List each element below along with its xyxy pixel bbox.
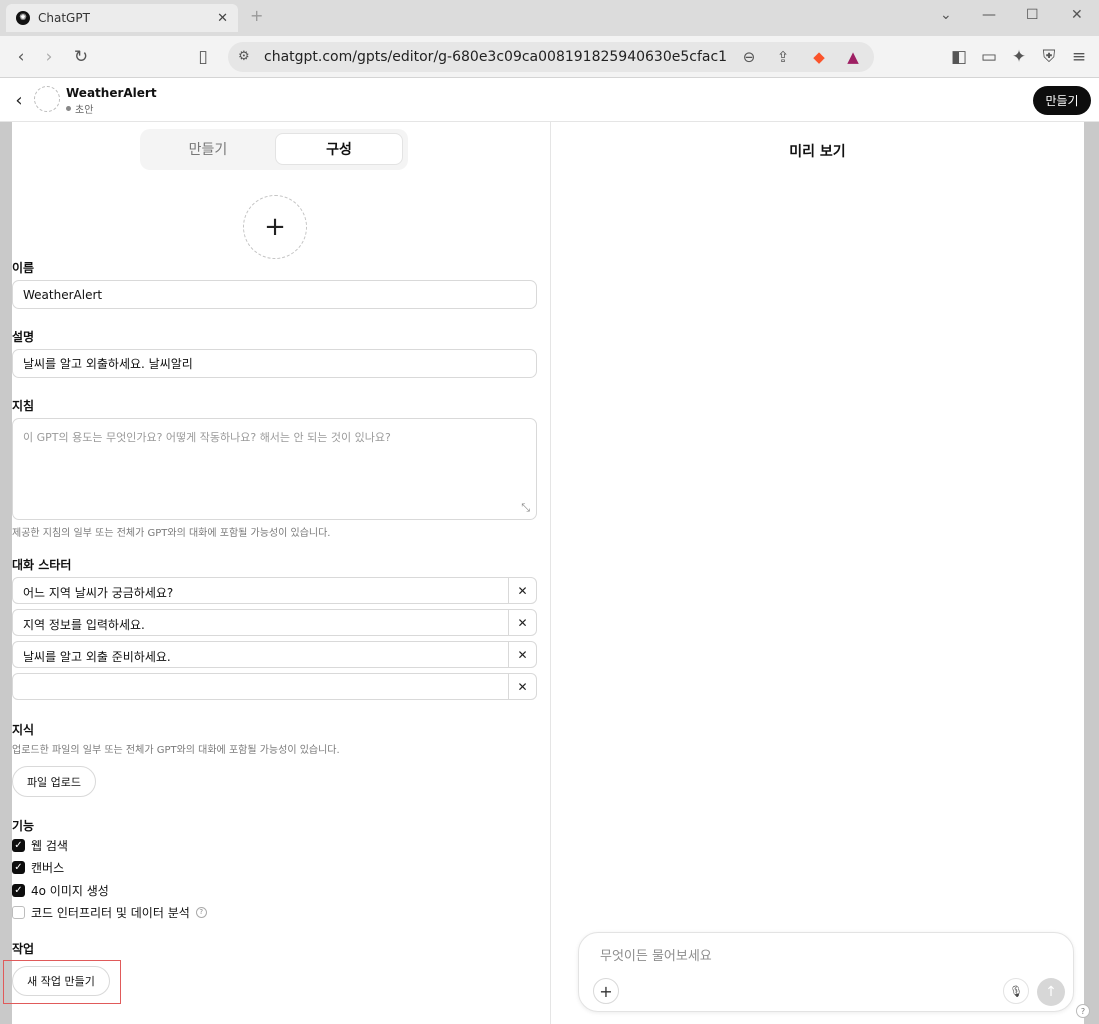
starter-row: 어느 지역 날씨가 궁금하세요? ✕ [12, 577, 537, 604]
site-settings-icon[interactable]: ⚙ [238, 49, 250, 64]
instructions-label: 지침 [12, 399, 35, 413]
resize-handle-icon[interactable]: ⤡ [521, 501, 530, 515]
capability-code-interpreter[interactable]: 코드 인터프리터 및 데이터 분석 ? [12, 904, 207, 920]
description-label: 설명 [12, 330, 35, 344]
editor-panel: 만들기 구성 + 이름 WeatherAlert 설명 날씨를 알고 외출하세요… [3, 122, 550, 1024]
new-tab-button[interactable]: + [250, 6, 263, 25]
capability-label: 웹 검색 [31, 838, 68, 853]
gpt-name: WeatherAlert [66, 86, 157, 100]
zoom-out-icon[interactable]: ⊖ [738, 46, 760, 68]
capability-label: 코드 인터프리터 및 데이터 분석 [31, 905, 190, 920]
create-button[interactable]: 만들기 [1033, 86, 1091, 115]
avatar-upload-button[interactable]: + [243, 195, 307, 259]
capability-label: 4o 이미지 생성 [31, 883, 109, 898]
knowledge-hint: 업로드한 파일의 일부 또는 전체가 GPT와의 대화에 포함될 가능성이 있습… [12, 745, 340, 756]
composer-placeholder: 무엇이든 물어보세요 [600, 949, 712, 964]
starter-input[interactable]: 어느 지역 날씨가 궁금하세요? [23, 584, 173, 601]
remove-starter-icon[interactable]: ✕ [508, 610, 536, 635]
bookmark-icon[interactable]: ▯ [192, 46, 214, 68]
capability-image-generation[interactable]: ✓ 4o 이미지 생성 [12, 882, 109, 898]
maximize-icon[interactable]: ☐ [1026, 7, 1039, 23]
tab-close-icon[interactable]: ✕ [217, 11, 228, 26]
preview-title: 미리 보기 [789, 144, 846, 160]
starter-input[interactable]: 날씨를 알고 외출 준비하세요. [23, 648, 171, 665]
tab-create[interactable]: 만들기 [144, 133, 272, 165]
preview-panel: 미리 보기 무엇이든 물어보세요 + 🎙 ↑ [551, 122, 1084, 1024]
starter-row: 지역 정보를 입력하세요. ✕ [12, 609, 537, 636]
brave-rewards-icon[interactable]: ▲ [842, 46, 864, 68]
starter-input[interactable]: 지역 정보를 입력하세요. [23, 616, 145, 633]
wallet-icon[interactable]: ▭ [978, 46, 1000, 68]
name-label: 이름 [12, 261, 35, 275]
actions-label: 작업 [12, 942, 35, 956]
gpt-editor-app: ‹ WeatherAlert 초안 만들기 만들기 구성 + 이름 Weathe… [0, 78, 1099, 1024]
preview-composer[interactable]: 무엇이든 물어보세요 + 🎙 ↑ [578, 932, 1074, 1012]
remove-starter-icon[interactable]: ✕ [508, 674, 536, 699]
tab-search-icon[interactable]: ⌄ [940, 7, 952, 23]
checkbox-checked-icon[interactable]: ✓ [12, 883, 25, 897]
right-gutter [1084, 122, 1099, 1024]
vpn-icon[interactable]: ⛨ [1038, 46, 1060, 68]
menu-icon[interactable]: ≡ [1068, 46, 1090, 68]
browser-tab[interactable]: ✺ ChatGPT ✕ [6, 4, 238, 32]
capabilities-label: 기능 [12, 819, 35, 833]
browser-tabbar: ✺ ChatGPT ✕ + ⌄ — ☐ ✕ [0, 0, 1099, 36]
help-icon[interactable]: ? [195, 906, 207, 918]
share-icon[interactable]: ⇪ [772, 46, 794, 68]
sidebar-icon[interactable]: ◧ [948, 46, 970, 68]
capability-canvas[interactable]: ✓ 캔버스 [12, 859, 64, 875]
gpt-avatar [34, 86, 60, 112]
editor-header: ‹ WeatherAlert 초안 만들기 [0, 78, 1099, 122]
starter-row: ✕ [12, 673, 537, 700]
tab-configure[interactable]: 구성 [275, 133, 403, 165]
back-button[interactable]: ‹ [10, 89, 28, 111]
remove-starter-icon[interactable]: ✕ [508, 642, 536, 667]
description-field[interactable]: 날씨를 알고 외출하세요. 날씨알리 [12, 349, 537, 378]
url-text: chatgpt.com/gpts/editor/g-680e3c09ca0081… [264, 49, 728, 65]
editor-tabs: 만들기 구성 [140, 129, 408, 170]
address-bar[interactable]: ⚙ chatgpt.com/gpts/editor/g-680e3c09ca00… [228, 42, 874, 72]
starter-row: 날씨를 알고 외출 준비하세요. ✕ [12, 641, 537, 668]
minimize-icon[interactable]: — [982, 7, 996, 23]
back-icon[interactable]: ‹ [10, 46, 32, 68]
chatgpt-favicon-icon: ✺ [16, 11, 30, 25]
mic-icon[interactable]: 🎙 [1003, 978, 1029, 1004]
reload-icon[interactable]: ↻ [70, 46, 92, 68]
upload-files-button[interactable]: 파일 업로드 [12, 766, 96, 797]
annotation-highlight-box [3, 960, 121, 1004]
send-icon[interactable]: ↑ [1037, 978, 1065, 1006]
capability-label: 캔버스 [31, 860, 65, 875]
brave-shield-icon[interactable]: ◆ [808, 46, 830, 68]
status-dot-icon [66, 106, 71, 111]
checkbox-checked-icon[interactable]: ✓ [12, 838, 25, 852]
checkbox-unchecked-icon[interactable] [12, 905, 25, 919]
instructions-textarea[interactable]: 이 GPT의 용도는 무엇인가요? 어떻게 작동하나요? 해서는 안 되는 것이… [12, 418, 537, 520]
leo-ai-icon[interactable]: ✦ [1008, 46, 1030, 68]
tab-title: ChatGPT [38, 11, 90, 25]
browser-toolbar: ‹ › ↻ ▯ ⚙ chatgpt.com/gpts/editor/g-680e… [0, 36, 1099, 78]
knowledge-label: 지식 [12, 723, 35, 737]
name-field[interactable]: WeatherAlert [12, 280, 537, 309]
remove-starter-icon[interactable]: ✕ [508, 578, 536, 603]
help-corner-icon[interactable]: ? [1076, 1004, 1090, 1018]
attach-plus-icon[interactable]: + [593, 978, 619, 1004]
starters-label: 대화 스타터 [12, 558, 72, 572]
status-text: 초안 [75, 105, 94, 116]
plus-icon: + [264, 212, 286, 242]
instructions-placeholder: 이 GPT의 용도는 무엇인가요? 어떻게 작동하나요? 해서는 안 되는 것이… [23, 431, 391, 444]
instructions-hint: 제공한 지침의 일부 또는 전체가 GPT와의 대화에 포함될 가능성이 있습니… [12, 528, 331, 539]
left-gutter [0, 122, 12, 1024]
capability-web-search[interactable]: ✓ 웹 검색 [12, 837, 68, 853]
draft-status: 초안 [66, 101, 93, 116]
window-close-icon[interactable]: ✕ [1071, 7, 1083, 23]
checkbox-checked-icon[interactable]: ✓ [12, 860, 25, 874]
forward-icon[interactable]: › [38, 46, 60, 68]
